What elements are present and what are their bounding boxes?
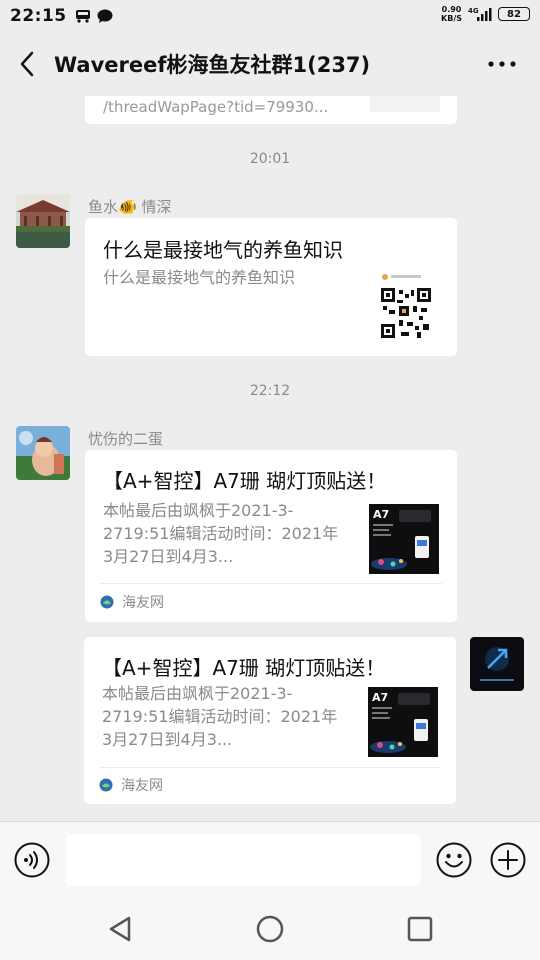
link-card-description: 本帖最后由飒枫于2021-3-2719:51编辑活动时间：2021年3月27日到… [103, 501, 339, 566]
battery-icon: 82 [498, 7, 530, 21]
more-functions-button[interactable] [490, 842, 526, 878]
sender-name: 忧伤的二蛋 [88, 430, 164, 448]
chevron-left-icon [20, 51, 34, 77]
link-card-source: 海友网 [100, 592, 164, 612]
link-card-title: 什么是最接地气的养鱼知识 [103, 238, 343, 262]
nav-home-button[interactable] [255, 914, 285, 944]
chat-title: Wavereef彬海鱼友社群1(237) [54, 53, 371, 77]
nav-recent-button[interactable] [405, 914, 435, 944]
avatar-image [16, 426, 70, 480]
system-nav-bar [0, 898, 540, 960]
source-name: 海友网 [121, 778, 163, 794]
product-image-icon: A7 [368, 687, 438, 757]
sender-name: 鱼水🐠 情深 [88, 198, 172, 216]
square-recent-icon [407, 916, 433, 942]
qr-code-thumbnail [375, 270, 435, 340]
svg-text:A7: A7 [373, 508, 389, 521]
more-button[interactable] [484, 50, 520, 78]
triangle-back-icon [109, 916, 131, 942]
title-bar: Wavereef彬海鱼友社群1(237) [0, 32, 540, 96]
svg-text:4G: 4G [468, 7, 479, 15]
emoji-button[interactable] [436, 842, 472, 878]
link-card-description: 什么是最接地气的养鱼知识 [103, 268, 296, 287]
message-notification-icon [97, 9, 113, 23]
my-avatar[interactable] [470, 637, 524, 691]
input-bar [0, 821, 540, 898]
link-card[interactable]: 【A+智控】A7珊 瑚灯顶贴送！ 本帖最后由飒枫于2021-3-2719:51编… [85, 450, 457, 622]
source-logo-icon [99, 778, 113, 792]
source-logo-icon [100, 595, 114, 609]
product-thumbnail: A7 [368, 687, 438, 757]
emoji-icon [436, 842, 472, 878]
message-input[interactable] [66, 834, 421, 886]
link-card[interactable]: 【A+智控】A7珊 瑚灯顶贴送！ 本帖最后由飒枫于2021-3-2719:51编… [84, 637, 456, 804]
nav-back-button[interactable] [105, 914, 135, 944]
bus-notification-icon [75, 10, 90, 23]
link-card-thumbnail [370, 96, 440, 112]
source-name: 海友网 [122, 595, 164, 611]
avatar[interactable] [16, 194, 70, 248]
more-dots-icon [488, 61, 516, 67]
avatar-image [470, 637, 524, 691]
card-divider [99, 767, 441, 768]
status-bar: 22:15 0.90 KB/S 4G 82 [0, 0, 540, 32]
status-left-icons [75, 9, 113, 24]
timestamp: 20:01 [249, 151, 291, 167]
status-right: 0.90 KB/S 4G 82 [441, 5, 530, 23]
chat-area[interactable]: /threadWapPage?tid=79930... 20:01 鱼水🐠 情深… [0, 96, 540, 821]
voice-button[interactable] [14, 842, 50, 878]
link-card-url: /threadWapPage?tid=79930... [103, 98, 329, 116]
plus-icon [490, 842, 526, 878]
card-divider [100, 583, 442, 584]
avatar-image [16, 194, 70, 248]
status-time: 22:15 [10, 6, 67, 26]
svg-text:A7: A7 [372, 691, 388, 704]
back-button[interactable] [0, 32, 54, 96]
signal-icon: 4G [468, 7, 492, 21]
product-image-icon: A7 [369, 504, 439, 574]
network-speed: 0.90 KB/S [441, 5, 462, 23]
link-card-description: 本帖最后由飒枫于2021-3-2719:51编辑活动时间：2021年3月27日到… [102, 684, 338, 749]
voice-icon [14, 842, 50, 878]
link-card-title: 【A+智控】A7珊 瑚灯顶贴送！ [103, 469, 387, 493]
product-thumbnail: A7 [369, 504, 439, 574]
link-card-source: 海友网 [99, 775, 163, 795]
qr-code-icon [381, 274, 431, 338]
link-card-title: 【A+智控】A7珊 瑚灯顶贴送！ [102, 656, 386, 680]
circle-home-icon [256, 915, 284, 943]
link-card[interactable]: 什么是最接地气的养鱼知识 什么是最接地气的养鱼知识 [85, 218, 457, 356]
link-card-partial[interactable]: /threadWapPage?tid=79930... [85, 96, 457, 124]
avatar[interactable] [16, 426, 70, 480]
timestamp: 22:12 [249, 383, 291, 399]
